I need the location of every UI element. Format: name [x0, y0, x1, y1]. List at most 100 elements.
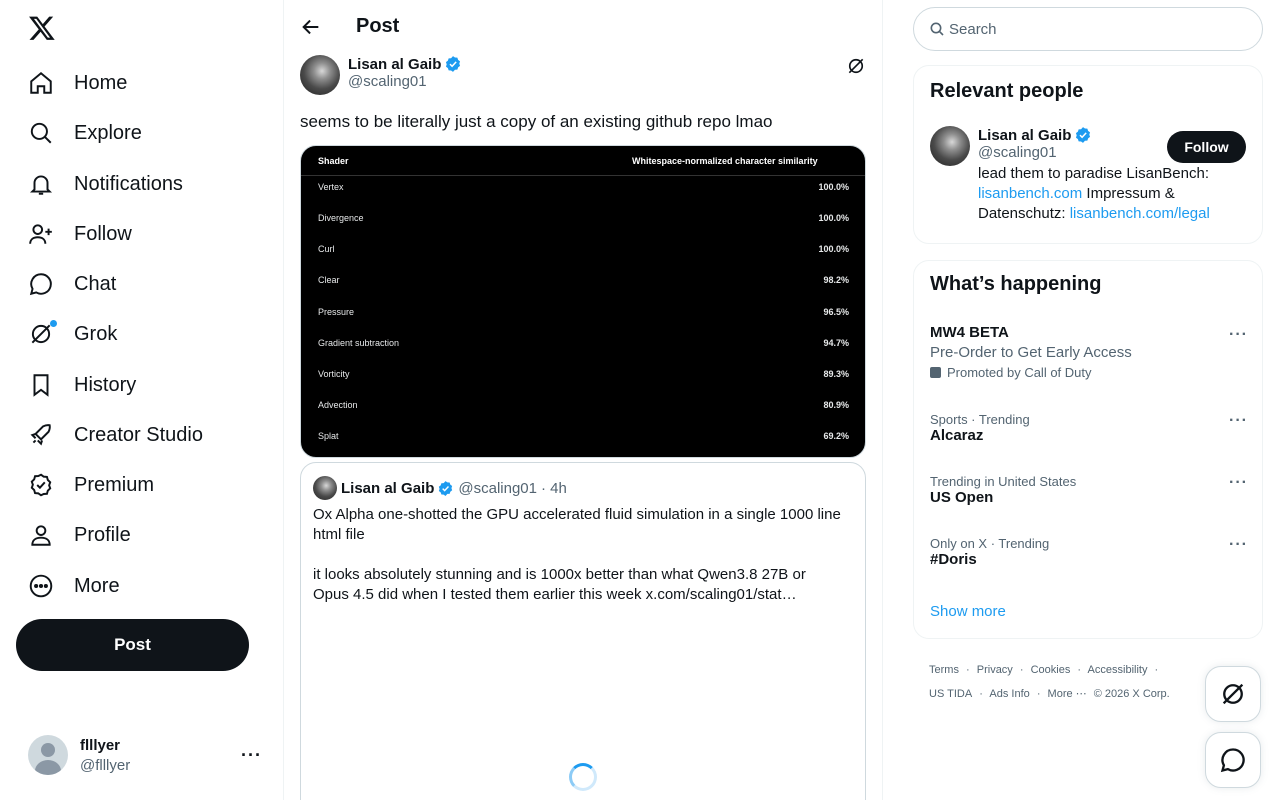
promoted-text: Promoted by Call of Duty: [947, 365, 1092, 380]
more-horizontal-icon[interactable]: ···: [1229, 326, 1248, 344]
more-horizontal-icon[interactable]: ···: [1229, 412, 1248, 430]
footer-link[interactable]: Cookies: [1031, 664, 1071, 676]
avatar: [313, 476, 337, 500]
card-title: Relevant people: [930, 80, 1084, 102]
footer-separator: ·: [1077, 664, 1082, 676]
grok-floating-button[interactable]: [1205, 666, 1261, 722]
row-name: Curl: [318, 244, 335, 254]
bio-link[interactable]: lisanbench.com: [978, 185, 1082, 202]
row-value: 96.5%: [823, 307, 849, 317]
search-box[interactable]: [913, 7, 1263, 51]
account-name: flllyer: [80, 736, 121, 754]
avatar[interactable]: [300, 55, 340, 95]
nav-item-creator-studio[interactable]: Creator Studio: [28, 415, 203, 455]
account-switcher[interactable]: flllyer @flllyer ···: [28, 735, 268, 775]
table-row: Vorticity 89.3%: [301, 360, 865, 391]
promoted-label: Promoted by Call of Duty: [930, 365, 1248, 380]
search-icon: [930, 22, 944, 36]
row-value: 80.9%: [823, 400, 849, 410]
bio-link[interactable]: lisanbench.com/legal: [1070, 205, 1210, 222]
follow-button[interactable]: Follow: [1167, 131, 1246, 163]
nav-item-notifications[interactable]: Notifications: [28, 164, 183, 204]
chat-icon: [1220, 748, 1245, 773]
footer-link[interactable]: More ⋯: [1048, 688, 1087, 700]
column-header: Shader: [318, 156, 349, 166]
nav-item-home[interactable]: Home: [28, 63, 127, 103]
nav-item-explore[interactable]: Explore: [28, 113, 142, 153]
grok-icon: [1222, 683, 1244, 705]
trend-context: Trending in United States: [930, 474, 1077, 489]
row-name: Pressure: [318, 307, 355, 317]
post-image[interactable]: Shader Whitespace-normalized character s…: [300, 145, 866, 458]
chat-icon: [28, 271, 54, 297]
verified-badge-icon: [28, 472, 54, 498]
author-handle[interactable]: @scaling01: [348, 73, 462, 90]
post-button[interactable]: Post: [16, 619, 249, 671]
nav-label: More: [74, 574, 120, 597]
quoted-post-header: Lisan al Gaib @scaling01 · 4h: [313, 476, 567, 500]
more-circle-icon: [28, 573, 54, 599]
row-value: 89.3%: [823, 369, 849, 379]
trend-item[interactable]: Only on X · Trending #Doris ···: [930, 536, 1248, 568]
loading-spinner-icon: [569, 763, 597, 791]
promoted-trend[interactable]: MW4 BETA Pre-Order to Get Early Access P…: [930, 324, 1248, 380]
copyright: © 2026 X Corp.: [1093, 688, 1170, 700]
back-arrow-icon[interactable]: [300, 16, 322, 38]
more-horizontal-icon[interactable]: ···: [241, 745, 262, 766]
nav-label: Profile: [74, 523, 131, 546]
nav-item-premium[interactable]: Premium: [28, 465, 154, 505]
nav-label: Chat: [74, 272, 117, 295]
whats-happening-card: What’s happening MW4 BETA Pre-Order to G…: [913, 260, 1263, 639]
nav-label: Home: [74, 71, 128, 94]
row-name: Splat: [318, 431, 339, 441]
row-name: Clear: [318, 275, 340, 285]
footer-link[interactable]: Ads Info: [989, 688, 1029, 700]
quoted-author-name: Lisan al Gaib: [341, 479, 435, 497]
footer-separator: ·: [979, 688, 983, 700]
nav-item-history[interactable]: History: [28, 365, 136, 405]
bookmark-icon: [28, 372, 54, 398]
person-name[interactable]: Lisan al Gaib: [978, 127, 1071, 144]
quoted-author-handle: @scaling01: [458, 479, 537, 497]
promoted-icon: [930, 367, 941, 378]
nav-item-more[interactable]: More: [28, 566, 120, 606]
nav-item-follow[interactable]: Follow: [28, 214, 132, 254]
footer-link[interactable]: US TIDA: [929, 688, 972, 700]
messages-floating-button[interactable]: [1205, 732, 1261, 788]
row-name: Vertex: [318, 182, 344, 192]
x-logo-icon[interactable]: [28, 14, 56, 42]
bell-icon: [28, 171, 54, 197]
grok-icon[interactable]: [846, 56, 866, 76]
trend-title: #Doris: [930, 551, 977, 568]
header-bar: Post: [284, 0, 882, 54]
author-name[interactable]: Lisan al Gaib: [348, 56, 441, 73]
table-row: Clear 98.2%: [301, 266, 865, 297]
quoted-post[interactable]: Lisan al Gaib @scaling01 · 4h Ox Alpha o…: [300, 462, 866, 800]
trend-item[interactable]: Trending in United States US Open ···: [930, 474, 1248, 506]
nav-label: Notifications: [74, 172, 183, 195]
table-row: Curl 100.0%: [301, 235, 865, 266]
footer-link[interactable]: Terms: [929, 664, 959, 676]
more-horizontal-icon[interactable]: ···: [1229, 536, 1248, 554]
footer-link[interactable]: Privacy: [977, 664, 1013, 676]
nav-label: History: [74, 373, 137, 396]
nav-item-grok[interactable]: Grok: [28, 314, 117, 354]
footer-link[interactable]: Accessibility: [1088, 664, 1148, 676]
rocket-icon: [28, 422, 54, 448]
nav-item-chat[interactable]: Chat: [28, 264, 116, 304]
nav-item-profile[interactable]: Profile: [28, 515, 131, 555]
similarity-table: Shader Whitespace-normalized character s…: [301, 146, 865, 457]
bio-text: lead them to paradise LisanBench:: [978, 165, 1209, 182]
nav-label: Creator Studio: [74, 423, 203, 446]
show-more-link[interactable]: Show more: [930, 603, 1006, 620]
trend-item[interactable]: Sports · Trending Alcaraz ···: [930, 412, 1248, 444]
verified-icon: [439, 480, 453, 496]
nav-label: Grok: [74, 322, 118, 345]
row-value: 100.0%: [818, 213, 849, 223]
post-text: seems to be literally just a copy of an …: [300, 112, 773, 131]
more-horizontal-icon[interactable]: ···: [1229, 474, 1248, 492]
footer-separator: ·: [1019, 664, 1024, 676]
search-input[interactable]: [949, 20, 1249, 38]
row-name: Advection: [318, 400, 358, 410]
avatar[interactable]: [930, 126, 970, 166]
